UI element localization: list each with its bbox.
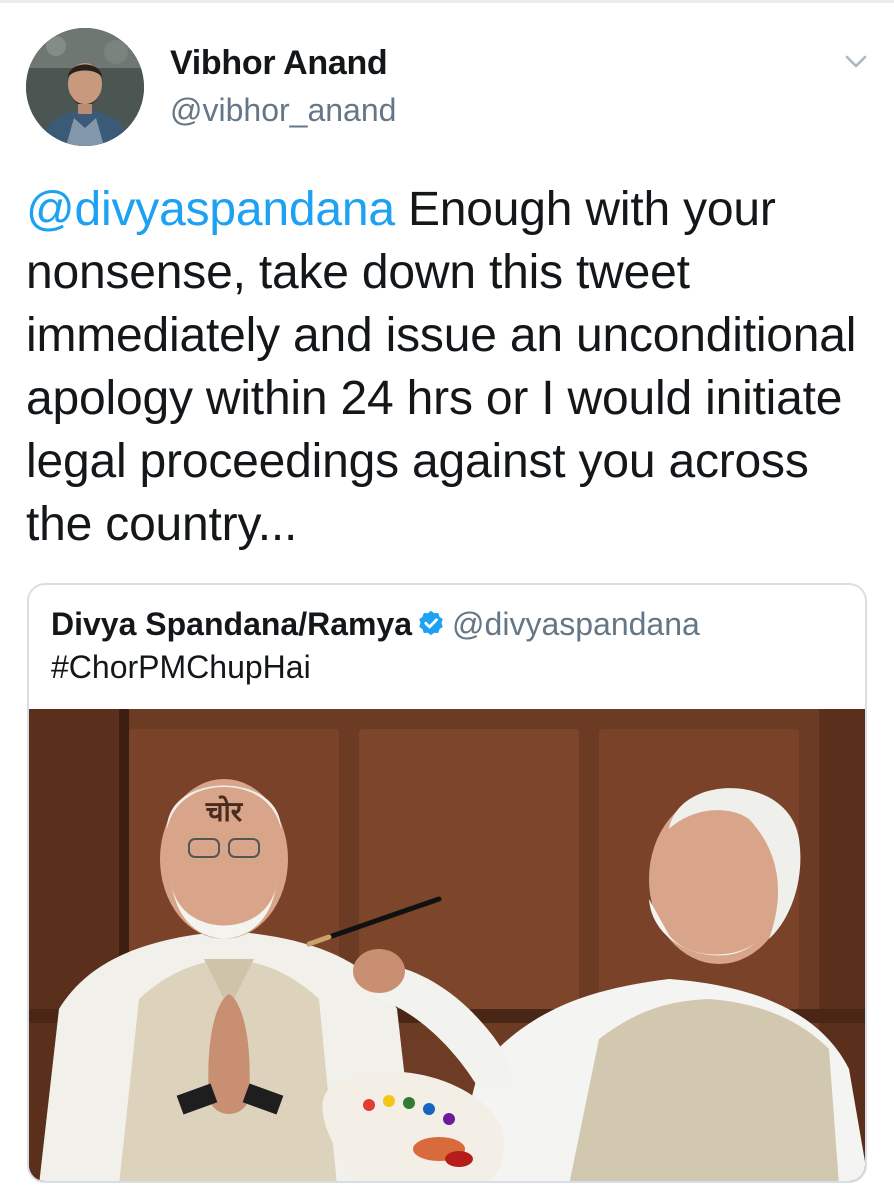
mention-link[interactable]: @divyaspandana <box>26 183 395 236</box>
verified-badge-icon <box>416 609 446 647</box>
quoted-tweet[interactable]: Divya Spandana/Ramya @divyaspandana #Chor… <box>27 583 867 1183</box>
tweet-text: @divyaspandana Enough with your nonsense… <box>26 178 876 556</box>
display-name[interactable]: Vibhor Anand <box>170 44 388 83</box>
user-handle[interactable]: @vibhor_anand <box>170 92 396 129</box>
chevron-down-icon[interactable] <box>838 44 874 80</box>
quoted-display-name: Divya Spandana/Ramya <box>51 606 413 642</box>
tweet-body: Enough with your nonsense, take down thi… <box>26 183 857 551</box>
divider <box>0 0 894 3</box>
quoted-media-image[interactable]: चोर <box>29 709 865 1181</box>
avatar[interactable] <box>26 28 144 146</box>
tweet-page: Vibhor Anand @vibhor_anand @divyaspandan… <box>0 0 894 1200</box>
forehead-text: चोर <box>205 795 244 828</box>
quoted-tweet-header: Divya Spandana/Ramya @divyaspandana <box>51 605 700 647</box>
quoted-handle: @divyaspandana <box>452 606 700 642</box>
quoted-tweet-text: #ChorPMChupHai <box>51 649 311 685</box>
